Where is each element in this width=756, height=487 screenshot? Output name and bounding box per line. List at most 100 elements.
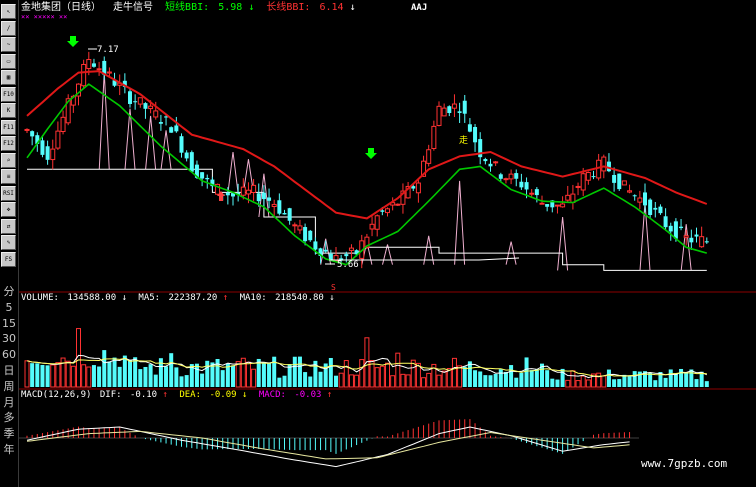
volume-bar [153,374,158,387]
volume-bar [40,364,45,387]
volume-bar [133,357,138,387]
signal-spike [145,115,157,170]
long-bbi-arrow: ↓ [350,2,356,13]
support-step-line [27,168,707,271]
window-button[interactable]: ▭ [1,53,16,69]
candle-body [282,213,287,215]
volume-bar [565,379,571,388]
period-10[interactable]: 年 [1,442,17,458]
candle-body [81,63,87,87]
period-6[interactable]: 周 [1,379,17,395]
short-bbi-value: 5.98 [218,2,242,13]
candle-body [323,249,328,252]
period-5[interactable]: 日 [1,363,17,379]
volume-bar [550,378,555,387]
volume-bar [704,381,709,387]
candle-body [508,173,514,180]
volume-bar [436,374,442,388]
candle-body [519,181,524,188]
volume-bar [488,375,493,387]
candle-body [663,216,668,228]
candle-body [91,63,96,67]
candle-body [643,192,647,206]
f10-button[interactable]: F10 [1,86,16,102]
s-mark: S [331,283,336,292]
volume-bar [277,377,282,387]
f12-button[interactable]: F12 [1,136,16,151]
candle-body [554,204,560,207]
volume-bar [215,359,220,387]
candle-body [251,184,257,194]
volume-bar [169,353,174,387]
candle-body [694,234,699,237]
candle-body [529,192,535,195]
volume-bar [138,369,143,387]
period-1[interactable]: 5 [1,300,17,316]
kline-button[interactable]: K [1,103,16,118]
period-0[interactable]: 分 [1,284,17,300]
indicator-button[interactable]: ≡ [1,169,16,184]
layout-button[interactable]: ▦ [1,70,16,85]
candle-body [133,101,138,103]
candle-body [380,210,385,212]
volume-bar [65,360,71,388]
f11-button[interactable]: F11 [1,119,16,135]
zoom-button[interactable]: ⌕ [1,152,16,168]
period-2[interactable]: 15 [1,316,17,332]
volume-bars [24,328,709,388]
candle-body [467,124,472,132]
volume-bar [200,373,205,387]
volume-bar [30,363,35,387]
move-button[interactable]: ✥ [1,202,16,217]
volume-bar [663,377,668,387]
volume-bar [673,373,678,387]
candle-body [653,207,658,210]
candle-body [313,241,318,250]
volume-bar [303,372,308,387]
trend-tool-button[interactable]: ~ [1,37,16,52]
candle-body [498,174,503,179]
volume-bar [575,380,581,388]
volume-bar [585,379,591,388]
signal-spike [454,180,466,265]
support-line [27,168,707,271]
candle-body [473,127,478,143]
volume-bar [179,376,184,387]
candle-body [50,148,56,161]
volume-bar [405,374,411,388]
draw-button[interactable]: ✎ [1,235,16,250]
volume-bar [627,376,632,387]
candle-body [514,173,519,179]
volume-bar [318,371,323,387]
dif-value: -0.10 [130,390,157,400]
volume-bar [441,370,447,388]
period-3[interactable]: 30 [1,331,17,347]
rsi-button[interactable]: RSI [1,185,16,201]
period-4[interactable]: 60 [1,347,17,363]
candle-body [292,224,298,227]
volume-bar [524,357,529,387]
volume-bar [112,357,117,387]
buy-arrow-icon-2 [365,148,377,159]
ma10-value: 218540.80 [275,293,324,303]
period-8[interactable]: 多 [1,410,17,426]
left-toolbar: ↖ / ~ ▭ ▦ F10 K F11 F12 ⌕ ≡ RSI ✥ ⇄ ✎ FS 分 5 15 30 60 日周月多季年 [0,0,19,487]
chart-window: ↖ / ~ ▭ ▦ F10 K F11 F12 ⌕ ≡ RSI ✥ ⇄ ✎ FS 分 5 15 30 60 日周月多季年 … [0,0,756,487]
volume-bar [107,361,112,387]
period-7[interactable]: 月 [1,395,17,411]
volume-bar [220,370,225,387]
candle-body [612,174,617,183]
arrows-button[interactable]: ⇄ [1,218,16,234]
ma5-arrow: ↑ [223,293,228,303]
period-9[interactable]: 季 [1,426,17,442]
volume-bar [55,362,61,388]
candle-body [153,110,159,118]
candle-body [591,176,596,178]
fs-button[interactable]: FS [1,251,16,267]
line-tool-button[interactable]: / [1,20,16,36]
cursor-button[interactable]: ↖ [1,4,16,19]
candle-body [344,254,349,257]
header-title: 金地集团（日线） 走牛信号 短线BBI: 5.98 ↓ 长线BBI: 6.14 … [21,0,356,13]
dea-label: DEA: [179,390,201,400]
volume-bar [426,372,432,388]
